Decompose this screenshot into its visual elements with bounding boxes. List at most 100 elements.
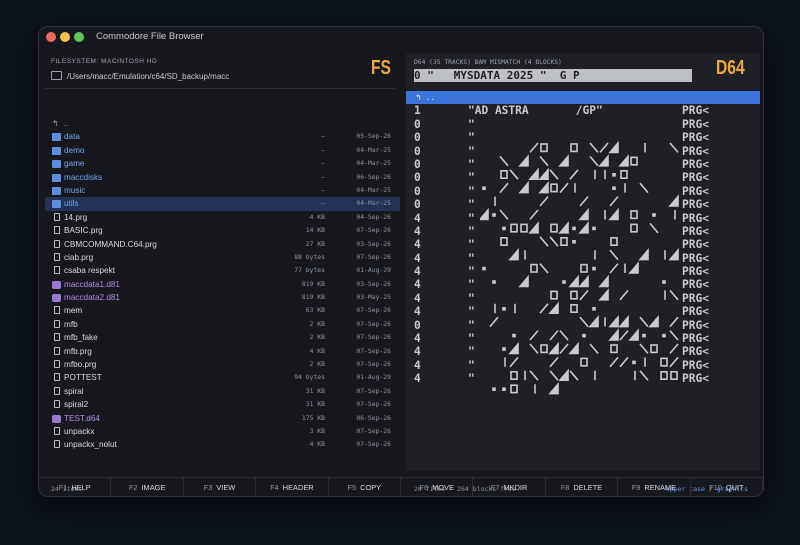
- petscii-glyph: [569, 370, 579, 381]
- petscii-glyph: [529, 370, 539, 381]
- file-row[interactable]: mfb.prg 4 KB 07-Sep-26: [45, 345, 400, 358]
- file-row[interactable]: POTTEST 94 bytes 01-Aug-29: [45, 371, 400, 384]
- file-row[interactable]: CBMCOMMAND.C64.prg 27 KB 03-Sep-26: [45, 238, 400, 251]
- close-button[interactable]: [46, 32, 56, 42]
- petscii-glyph: [669, 142, 679, 153]
- petscii-glyph: [540, 143, 548, 153]
- d64-entry-row[interactable]: 0 " PRG<: [406, 118, 760, 131]
- petscii-glyph: [648, 315, 659, 328]
- fkey-number: F1: [58, 483, 68, 492]
- file-row[interactable]: TEST.d64 175 KB 06-Sep-26: [45, 412, 400, 425]
- fkey-move-button[interactable]: F6 MOVE: [401, 478, 474, 496]
- petscii-glyph: [482, 186, 486, 191]
- petscii-glyph: [578, 207, 589, 221]
- entry-blocks: 4: [414, 345, 421, 359]
- petscii-glyph: [589, 343, 599, 354]
- file-row[interactable]: mfb 2 KB 07-Sep-26: [45, 318, 400, 331]
- file-name: music: [64, 185, 86, 195]
- file-row[interactable]: spiral 31 KB 07-Sep-26: [45, 385, 400, 398]
- petscii-glyph: [618, 315, 629, 328]
- file-date: 03-Sep-26: [356, 239, 391, 248]
- file-row[interactable]: music — 04-Mar-25: [45, 184, 400, 197]
- file-icon: [54, 239, 60, 248]
- fkey-delete-button[interactable]: F8 DELETE: [546, 478, 619, 496]
- function-key-bar: F1 HELP F2 IMAGE F3 VIEW F4 HEADER F5 COPY F6 MOVE F…: [39, 477, 763, 496]
- petscii-glyph: [502, 387, 506, 391]
- file-row[interactable]: 14.prg 4 KB 04-Sep-26: [45, 211, 400, 224]
- petscii-glyph: [538, 181, 549, 194]
- petscii-glyph: [638, 248, 649, 261]
- fkey-rename-button[interactable]: F9 RENAME: [618, 478, 691, 496]
- entry-name: ": [468, 318, 475, 332]
- fkey-label: VIEW: [216, 483, 236, 492]
- entry-blocks: 4: [414, 211, 421, 225]
- entry-type: PRG<: [682, 251, 709, 265]
- file-size: 2 KB: [309, 333, 325, 342]
- petscii-glyph: [669, 289, 679, 301]
- entry-type: PRG<: [682, 198, 709, 212]
- fkey-label: HELP: [71, 483, 91, 492]
- petscii-glyph: [588, 315, 599, 328]
- fkey-label: COPY: [360, 483, 382, 492]
- file-row[interactable]: utils — 04-Mar-25: [45, 197, 400, 211]
- minimize-button[interactable]: [60, 32, 70, 42]
- file-row[interactable]: ciab.prg 88 bytes 07-Sep-26: [45, 251, 400, 264]
- file-row[interactable]: maccdata2.d81 819 KB 03-May-25: [45, 291, 400, 304]
- zoom-button[interactable]: [74, 32, 84, 42]
- file-row[interactable]: maccdata1.d81 819 KB 03-Sep-26: [45, 278, 400, 291]
- file-name: unpackx_nolut: [64, 440, 117, 450]
- file-row[interactable]: mem 63 KB 07-Sep-26: [45, 304, 400, 317]
- fkey-help-button[interactable]: F1 HELP: [39, 478, 112, 496]
- file-row[interactable]: spiral2 31 KB 07-Sep-26: [45, 398, 400, 411]
- filesystem-pane[interactable]: FILESYSTEM: MACINTOSH HD /Users/macc/Emu…: [39, 53, 401, 493]
- file-row[interactable]: unpackx_nolut 4 KB 07-Sep-26: [45, 438, 400, 451]
- file-row[interactable]: data — 05-Sep-26: [45, 130, 400, 143]
- file-name: maccdata1.d81: [64, 279, 120, 289]
- petscii-glyph: [660, 371, 668, 381]
- entry-blocks: 4: [414, 278, 421, 292]
- petscii-glyph: [570, 304, 578, 314]
- d64-parent-row[interactable]: ↰ ..: [406, 91, 760, 105]
- parent-dir-row[interactable]: ↰..: [45, 117, 400, 130]
- file-row[interactable]: unpackx 3 KB 07-Sep-26: [45, 425, 400, 438]
- petscii-glyph: [669, 356, 679, 368]
- entry-type: PRG<: [682, 265, 709, 279]
- d64-entry-row[interactable]: 1 "AD ASTRA /GP" PRG<: [406, 104, 760, 117]
- petscii-glyph: [639, 343, 649, 354]
- fkey-view-button[interactable]: F3 VIEW: [184, 478, 257, 496]
- petscii-glyph: [642, 333, 646, 338]
- petscii-glyph: [639, 316, 649, 328]
- file-list[interactable]: ↰.. data — 05-Sep-26 demo — 04-Mar-25 game — 04-M…: [45, 117, 400, 452]
- fkey-quit-button[interactable]: F10 QUIT: [691, 478, 763, 496]
- petscii-glyph: [670, 371, 678, 381]
- file-icon: [54, 360, 60, 369]
- entry-name: ": [468, 171, 475, 185]
- petscii-glyph: [549, 169, 559, 180]
- file-name: game: [64, 159, 85, 169]
- petscii-glyph: [630, 156, 638, 166]
- petscii-glyph: [609, 356, 619, 368]
- file-size: 175 KB: [301, 413, 325, 422]
- fkey-header-button[interactable]: F4 HEADER: [256, 478, 329, 496]
- fkey-copy-button[interactable]: F5 COPY: [329, 478, 401, 496]
- petscii-glyph: [608, 207, 619, 221]
- file-row[interactable]: mfbo.prg 2 KB 07-Sep-26: [45, 358, 400, 371]
- file-date: 07-Sep-26: [356, 252, 391, 261]
- petscii-glyph: [502, 307, 506, 311]
- fkey-image-button[interactable]: F2 IMAGE: [111, 478, 184, 496]
- petscii-glyph: [628, 261, 639, 274]
- entry-name: ": [468, 358, 475, 372]
- file-icon: [54, 346, 60, 355]
- petscii-glyph: [538, 167, 549, 181]
- petscii-glyph: [510, 223, 518, 233]
- file-row[interactable]: mfb_fake 2 KB 07-Sep-26: [45, 331, 400, 344]
- petscii-glyph: [539, 236, 549, 247]
- file-row[interactable]: game — 04-Mar-25: [45, 157, 400, 170]
- petscii-glyph: [592, 266, 596, 271]
- file-row[interactable]: csaba respekt 77 bytes 01-Aug-29: [45, 264, 400, 277]
- d64-pane[interactable]: D64 (35 TRACKS) BAM MISMATCH (4 BLOCKS) …: [406, 53, 760, 493]
- file-row[interactable]: BASIC.prg 14 KB 07-Sep-26: [45, 224, 400, 237]
- fkey-mkdir-button[interactable]: F7 MKDIR: [473, 478, 546, 496]
- file-row[interactable]: demo — 04-Mar-25: [45, 144, 400, 157]
- file-row[interactable]: maccdisks — 06-Sep-26: [45, 171, 400, 184]
